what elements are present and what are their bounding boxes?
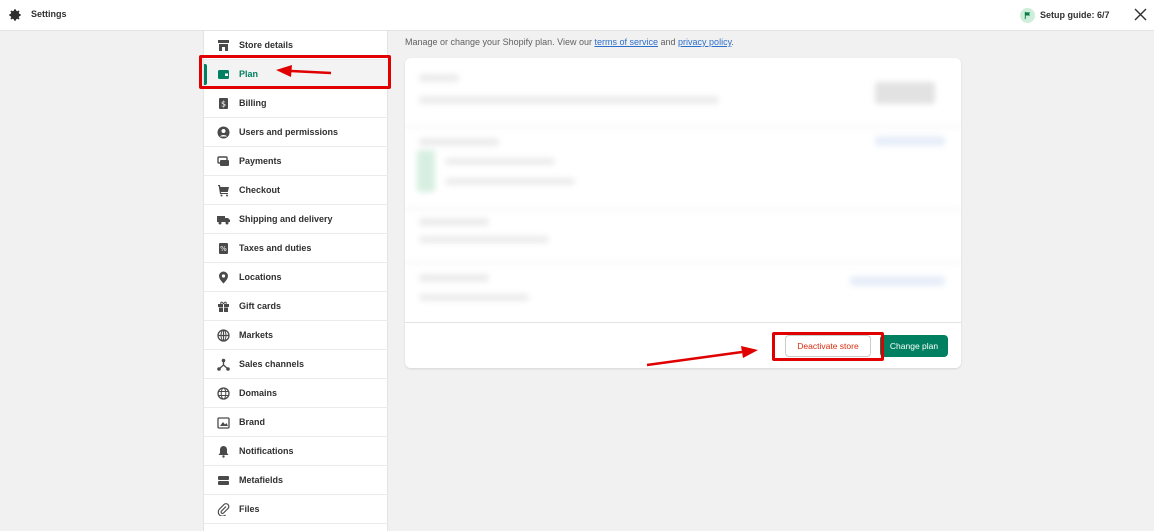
metafields-icon [217, 474, 230, 487]
blurred-content [419, 138, 499, 146]
sidebar-item-label: Files [239, 504, 260, 514]
sales-channels-icon [217, 358, 230, 371]
sidebar-item-checkout[interactable]: Checkout [204, 176, 388, 205]
billing-icon: $ [217, 97, 230, 110]
sidebar-item-label: Store details [239, 40, 294, 50]
blurred-content [419, 74, 459, 82]
sidebar-item-notifications[interactable]: Notifications [204, 437, 388, 466]
sidebar-item-label: Markets [239, 330, 274, 340]
sidebar-item-label: Shipping and delivery [239, 214, 333, 224]
terms-of-service-link[interactable]: terms of service [594, 37, 658, 47]
blurred-content [417, 150, 435, 192]
sidebar-item-label: Locations [239, 272, 282, 282]
blurred-content [419, 218, 489, 226]
sidebar-item-payments[interactable]: Payments [204, 147, 388, 176]
payments-icon [217, 155, 230, 168]
sidebar-item-label: Metafields [239, 475, 284, 485]
blurred-content [445, 178, 575, 185]
flag-icon [1020, 7, 1035, 23]
plan-card: Deactivate store Change plan [405, 58, 961, 368]
location-pin-icon [217, 271, 230, 284]
blurred-content [405, 208, 961, 210]
blurred-content [850, 276, 945, 286]
sidebar-item-users[interactable]: Users and permissions [204, 118, 388, 147]
truck-icon [217, 213, 230, 226]
blurred-content [445, 158, 555, 165]
sidebar-item-gift-cards[interactable]: Gift cards [204, 292, 388, 321]
sidebar-item-label: Brand [239, 417, 266, 427]
plan-intro-text: Manage or change your Shopify plan. View… [405, 37, 734, 47]
top-bar: Settings Setup guide: 6/7 [0, 0, 1154, 31]
sidebar-item-label: Users and permissions [239, 127, 339, 137]
sidebar-item-sales-channels[interactable]: Sales channels [204, 350, 388, 379]
tax-icon: % [217, 242, 230, 255]
blurred-content [419, 96, 719, 104]
paperclip-icon [217, 503, 230, 516]
svg-text:$: $ [221, 100, 226, 109]
setup-guide-label: Setup guide: 6/7 [1040, 10, 1110, 20]
page-title: Settings [31, 9, 67, 19]
blurred-content [875, 82, 935, 104]
plan-highlight-box [199, 55, 391, 89]
close-icon[interactable] [1134, 8, 1147, 21]
change-plan-button[interactable]: Change plan [880, 335, 948, 357]
sidebar-item-label: Payments [239, 156, 282, 166]
sidebar-item-label: Taxes and duties [239, 243, 312, 253]
blurred-content [419, 294, 529, 301]
sidebar-item-brand[interactable]: Brand [204, 408, 388, 437]
gear-icon [8, 8, 22, 22]
blurred-content [405, 126, 961, 128]
cart-icon [217, 184, 230, 197]
globe-markets-icon [217, 329, 230, 342]
bell-icon [217, 445, 230, 458]
sidebar-item-label: Billing [239, 98, 267, 108]
brand-icon [217, 416, 230, 429]
sidebar-item-metafields[interactable]: Metafields [204, 466, 388, 495]
sidebar-item-label: Gift cards [239, 301, 282, 311]
blurred-content [419, 274, 489, 282]
sidebar-item-label: Sales channels [239, 359, 305, 369]
blurred-content [875, 136, 945, 146]
privacy-policy-link[interactable]: privacy policy [678, 37, 731, 47]
sidebar-item-domains[interactable]: Domains [204, 379, 388, 408]
settings-sidebar: Store details Plan $ Billing Users and p… [203, 31, 388, 531]
gift-icon [217, 300, 230, 313]
sidebar-item-label: Checkout [239, 185, 281, 195]
sidebar-item-markets[interactable]: Markets [204, 321, 388, 350]
sidebar-item-label: Notifications [239, 446, 294, 456]
user-icon [217, 126, 230, 139]
sidebar-item-locations[interactable]: Locations [204, 263, 388, 292]
sidebar-item-billing[interactable]: $ Billing [204, 89, 388, 118]
deactivate-highlight-box [772, 332, 884, 361]
sidebar-item-files[interactable]: Files [204, 495, 388, 524]
setup-guide-button[interactable]: Setup guide: 6/7 [1020, 7, 1110, 23]
sidebar-item-shipping[interactable]: Shipping and delivery [204, 205, 388, 234]
globe-icon [217, 387, 230, 400]
blurred-content [405, 262, 961, 264]
sidebar-item-taxes[interactable]: % Taxes and duties [204, 234, 388, 263]
svg-text:%: % [220, 245, 227, 253]
blurred-content [419, 236, 549, 243]
store-icon [217, 39, 230, 52]
sidebar-item-label: Domains [239, 388, 278, 398]
